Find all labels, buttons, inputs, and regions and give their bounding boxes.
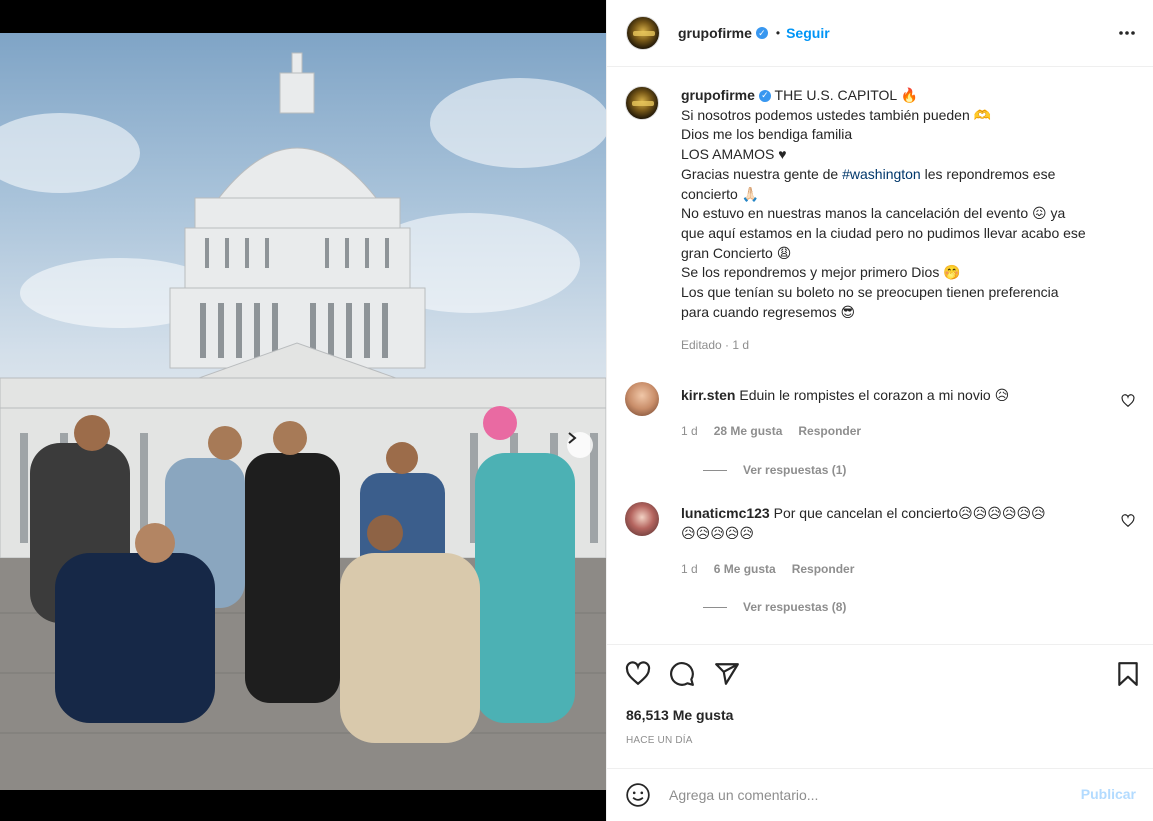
post-media (0, 0, 606, 821)
reply-button[interactable]: Responder (792, 562, 855, 576)
post-panel: grupofirme ✓ • Seguir grupofirme ✓ THE U.… (606, 0, 1153, 821)
caption-line: Se los repondremos y mejor primero Dios … (681, 264, 961, 281)
caption-line: Si nosotros podemos ustedes también pued… (681, 106, 992, 123)
more-options-icon[interactable] (1118, 24, 1136, 42)
caption-line: Los que tenían su boleto no se preocupen… (681, 284, 1059, 301)
capitol-photo-illustration (0, 52, 606, 790)
caption-meta: Editado · 1 d (681, 338, 750, 353)
comment-input[interactable] (669, 783, 1049, 807)
comment-time: 1 d (681, 424, 698, 438)
comment-emoji-row: 😥😥😥😥😥 (681, 524, 754, 541)
caption-line: para cuando regresemos 😎 (681, 303, 856, 320)
hashtag-link[interactable]: #washington (842, 166, 921, 182)
comment-item: kirr.sten Eduin le rompistes el corazon … (625, 382, 1135, 477)
caption-body: grupofirme ✓ THE U.S. CAPITOL 🔥 Si nosotr… (681, 86, 1141, 356)
chevron-right-icon (568, 432, 577, 444)
caption-line: No estuvo en nuestras manos la cancelaci… (681, 205, 1066, 222)
next-photo-button[interactable] (567, 432, 593, 458)
verified-badge-icon: ✓ (758, 90, 771, 103)
comment-time: 1 d (681, 562, 698, 576)
heart-icon[interactable] (1121, 514, 1135, 528)
caption-line: LOS AMAMOS ♥ (681, 146, 787, 163)
follow-button[interactable]: Seguir (786, 25, 830, 41)
caption-avatar[interactable] (625, 86, 659, 120)
post-photo[interactable] (0, 33, 606, 790)
replies-divider (703, 469, 727, 471)
view-replies-button[interactable]: Ver respuestas (8) (703, 600, 846, 614)
comment-icon[interactable] (669, 661, 695, 687)
post-actions: 86,513 Me gusta HACE UN DÍA (607, 644, 1153, 769)
reply-button[interactable]: Responder (798, 424, 861, 438)
comment-avatar[interactable] (625, 502, 659, 536)
publish-button[interactable]: Publicar (1081, 786, 1136, 802)
caption-line: concierto 🙏🏻 (681, 185, 760, 202)
post-header: grupofirme ✓ • Seguir (607, 0, 1153, 67)
post-time: HACE UN DÍA (626, 735, 693, 746)
heart-icon[interactable] (1121, 394, 1135, 408)
avatar[interactable] (626, 16, 660, 50)
comment-likes[interactable]: 6 Me gusta (714, 562, 776, 576)
likes-count[interactable]: 86,513 Me gusta (626, 707, 733, 723)
comment-likes[interactable]: 28 Me gusta (714, 424, 783, 438)
caption-line: gran Concierto 😩 (681, 244, 792, 261)
username[interactable]: grupofirme (678, 25, 752, 41)
comment-body: lunaticmc123 Por que cancelan el concier… (681, 504, 1101, 543)
caption-username[interactable]: grupofirme (681, 87, 755, 103)
view-replies-button[interactable]: Ver respuestas (1) (703, 463, 846, 477)
heart-icon[interactable] (625, 661, 651, 687)
caption-line: les repondremos ese (924, 165, 1056, 182)
comment-composer: Publicar (607, 768, 1153, 821)
caption-line: THE U.S. CAPITOL 🔥 (774, 87, 918, 103)
separator: • (775, 26, 781, 40)
view-replies-label: Ver respuestas (1) (743, 463, 847, 477)
caption-line: Dios me los bendiga familia (681, 126, 853, 143)
comments-scroll[interactable]: grupofirme ✓ THE U.S. CAPITOL 🔥 Si nosotr… (607, 68, 1153, 643)
caption-line: Gracias nuestra gente de (681, 165, 839, 182)
emoji-icon[interactable] (625, 782, 651, 808)
replies-divider (703, 606, 727, 608)
comment-username[interactable]: lunaticmc123 (681, 505, 770, 521)
comment-text: Por que cancelan el concierto (773, 505, 959, 521)
save-icon[interactable] (1115, 661, 1141, 687)
verified-badge-icon: ✓ (755, 27, 768, 39)
comment-actions: 1 d 28 Me gusta Responder (681, 424, 877, 438)
comment-body: kirr.sten Eduin le rompistes el corazon … (681, 386, 1101, 406)
view-replies-label: Ver respuestas (8) (743, 600, 847, 614)
share-icon[interactable] (714, 661, 740, 687)
comment-item: lunaticmc123 Por que cancelan el concier… (625, 502, 1135, 614)
caption-line: que aquí estamos en la ciudad pero no pu… (681, 224, 1086, 241)
comment-username[interactable]: kirr.sten (681, 387, 735, 403)
comment-avatar[interactable] (625, 382, 659, 416)
comment-actions: 1 d 6 Me gusta Responder (681, 562, 870, 576)
comment-emoji-row: 😥😥😥😥😥😥 (958, 505, 1046, 521)
comment-text: Eduin le rompistes el corazon a mi novio… (739, 387, 1010, 403)
